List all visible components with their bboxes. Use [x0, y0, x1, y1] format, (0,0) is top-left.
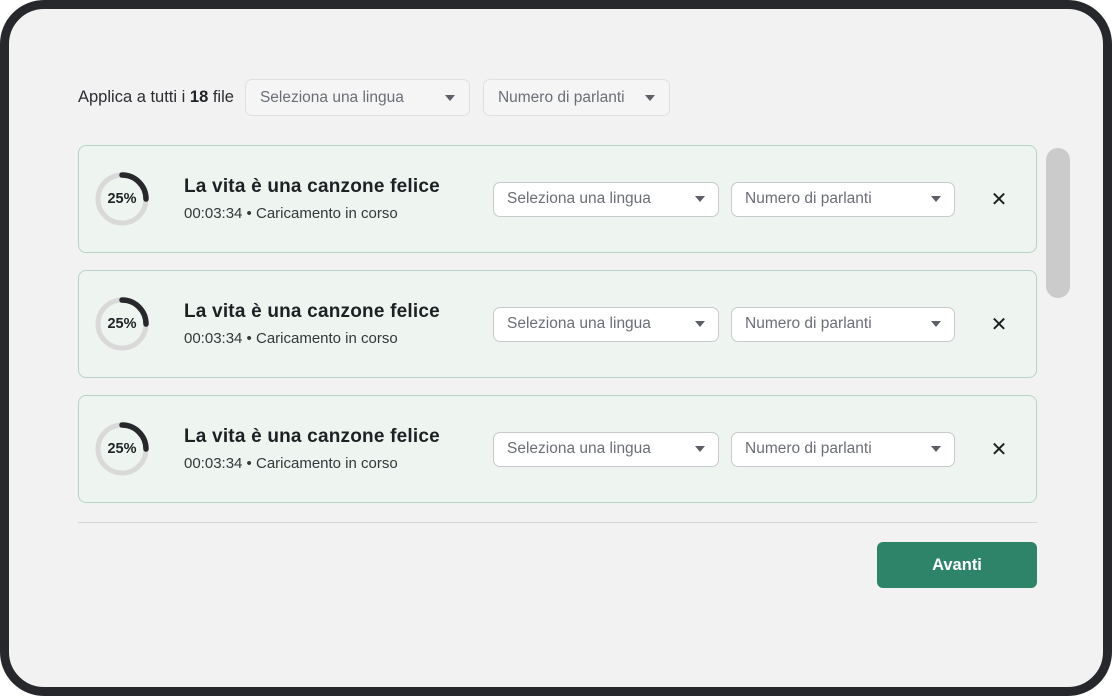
bullet-separator: • — [242, 330, 256, 347]
footer-divider — [78, 522, 1037, 523]
file-speakers-dropdown[interactable]: Numero di parlanti — [731, 182, 955, 217]
close-icon: ✕ — [991, 187, 1008, 212]
remove-file-button[interactable]: ✕ — [986, 186, 1012, 212]
file-upload-status: Caricamento in corso — [256, 330, 398, 347]
global-speakers-dropdown-label: Numero di parlanti — [498, 89, 625, 107]
file-card: 25% La vita è una canzone felice 00:03:3… — [78, 270, 1037, 378]
file-language-dropdown-label: Seleziona una lingua — [507, 315, 651, 333]
close-icon: ✕ — [991, 437, 1008, 462]
file-language-dropdown-label: Seleziona una lingua — [507, 440, 651, 458]
file-language-dropdown[interactable]: Seleziona una lingua — [493, 307, 719, 342]
apply-to-all-label: Applica a tutti i 18 file — [78, 88, 234, 107]
file-language-dropdown[interactable]: Seleziona una lingua — [493, 182, 719, 217]
file-language-dropdown-label: Seleziona una lingua — [507, 190, 651, 208]
upload-progress-ring: 25% — [94, 421, 150, 477]
file-status-line: 00:03:34 • Caricamento in corso — [184, 330, 493, 347]
chevron-down-icon — [695, 446, 705, 452]
chevron-down-icon — [931, 446, 941, 452]
file-speakers-dropdown[interactable]: Numero di parlanti — [731, 307, 955, 342]
upload-progress-label: 25% — [94, 171, 150, 227]
file-upload-status: Caricamento in corso — [256, 455, 398, 472]
chevron-down-icon — [931, 321, 941, 327]
file-speakers-dropdown-label: Numero di parlanti — [745, 440, 872, 458]
upload-progress-ring: 25% — [94, 296, 150, 352]
chevron-down-icon — [645, 95, 655, 101]
file-upload-status: Caricamento in corso — [256, 205, 398, 222]
apply-to-all-bar: Applica a tutti i 18 file Seleziona una … — [78, 79, 670, 116]
file-speakers-dropdown-label: Numero di parlanti — [745, 315, 872, 333]
next-button[interactable]: Avanti — [877, 542, 1037, 588]
upload-progress-label: 25% — [94, 421, 150, 477]
global-language-dropdown[interactable]: Seleziona una lingua — [245, 79, 470, 116]
bullet-separator: • — [242, 455, 256, 472]
file-duration: 00:03:34 — [184, 205, 242, 222]
file-card: 25% La vita è una canzone felice 00:03:3… — [78, 145, 1037, 253]
file-speakers-dropdown[interactable]: Numero di parlanti — [731, 432, 955, 467]
file-speakers-dropdown-label: Numero di parlanti — [745, 190, 872, 208]
apply-prefix: Applica a tutti i — [78, 88, 190, 106]
file-title: La vita è una canzone felice — [184, 301, 493, 323]
file-info: La vita è una canzone felice 00:03:34 • … — [158, 426, 493, 472]
close-icon: ✕ — [991, 312, 1008, 337]
global-language-dropdown-label: Seleziona una lingua — [260, 89, 404, 107]
file-info: La vita è una canzone felice 00:03:34 • … — [158, 301, 493, 347]
file-title: La vita è una canzone felice — [184, 176, 493, 198]
file-card: 25% La vita è una canzone felice 00:03:3… — [78, 395, 1037, 503]
remove-file-button[interactable]: ✕ — [986, 311, 1012, 337]
chevron-down-icon — [695, 321, 705, 327]
file-count: 18 — [190, 88, 208, 106]
file-info: La vita è una canzone felice 00:03:34 • … — [158, 176, 493, 222]
bullet-separator: • — [242, 205, 256, 222]
remove-file-button[interactable]: ✕ — [986, 436, 1012, 462]
chevron-down-icon — [695, 196, 705, 202]
file-language-dropdown[interactable]: Seleziona una lingua — [493, 432, 719, 467]
chevron-down-icon — [445, 95, 455, 101]
global-speakers-dropdown[interactable]: Numero di parlanti — [483, 79, 670, 116]
file-status-line: 00:03:34 • Caricamento in corso — [184, 205, 493, 222]
chevron-down-icon — [931, 196, 941, 202]
upload-progress-ring: 25% — [94, 171, 150, 227]
upload-progress-label: 25% — [94, 296, 150, 352]
scrollbar-thumb[interactable] — [1046, 148, 1070, 298]
file-duration: 00:03:34 — [184, 455, 242, 472]
apply-suffix: file — [208, 88, 234, 106]
file-status-line: 00:03:34 • Caricamento in corso — [184, 455, 493, 472]
file-title: La vita è una canzone felice — [184, 426, 493, 448]
file-duration: 00:03:34 — [184, 330, 242, 347]
